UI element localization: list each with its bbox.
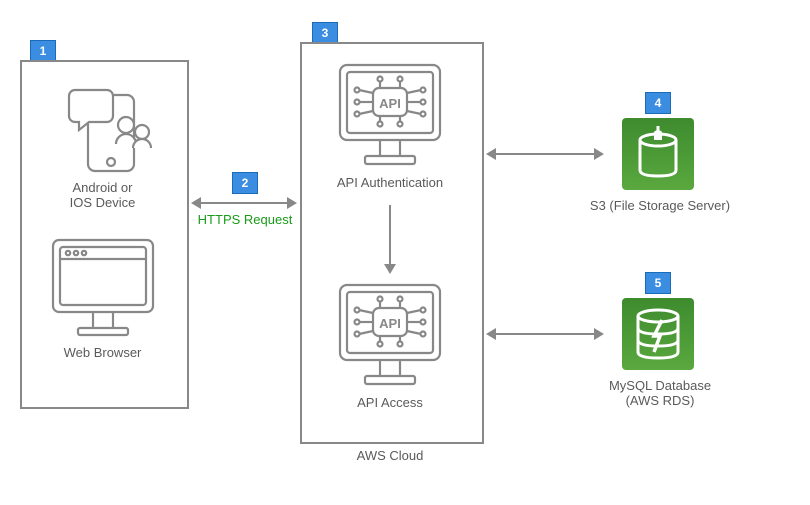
web-browser-label: Web Browser (30, 345, 175, 360)
svg-text:API: API (379, 96, 401, 111)
arrow-cloud-s3 (495, 153, 595, 155)
rds-icon (622, 298, 694, 370)
badge-3: 3 (312, 22, 338, 44)
mobile-device-label: Android or IOS Device (30, 180, 175, 210)
https-request-label: HTTPS Request (195, 212, 295, 227)
badge-4: 4 (645, 92, 671, 114)
badge-1: 1 (30, 40, 56, 62)
api-access-icon: API (335, 280, 445, 390)
arrow-auth-access (389, 205, 391, 265)
api-access-label: API Access (310, 395, 470, 410)
s3-label: S3 (File Storage Server) (580, 198, 740, 213)
badge-2: 2 (232, 172, 258, 194)
s3-icon (622, 118, 694, 190)
api-auth-label: API Authentication (310, 175, 470, 190)
aws-cloud-label: AWS Cloud (300, 448, 480, 463)
mobile-device-icon (50, 80, 155, 175)
svg-text:API: API (379, 316, 401, 331)
api-auth-icon: API (335, 60, 445, 170)
arrow-client-cloud (200, 202, 288, 204)
web-browser-icon (48, 235, 158, 340)
badge-5: 5 (645, 272, 671, 294)
rds-label: MySQL Database (AWS RDS) (580, 378, 740, 408)
arrow-cloud-rds (495, 333, 595, 335)
